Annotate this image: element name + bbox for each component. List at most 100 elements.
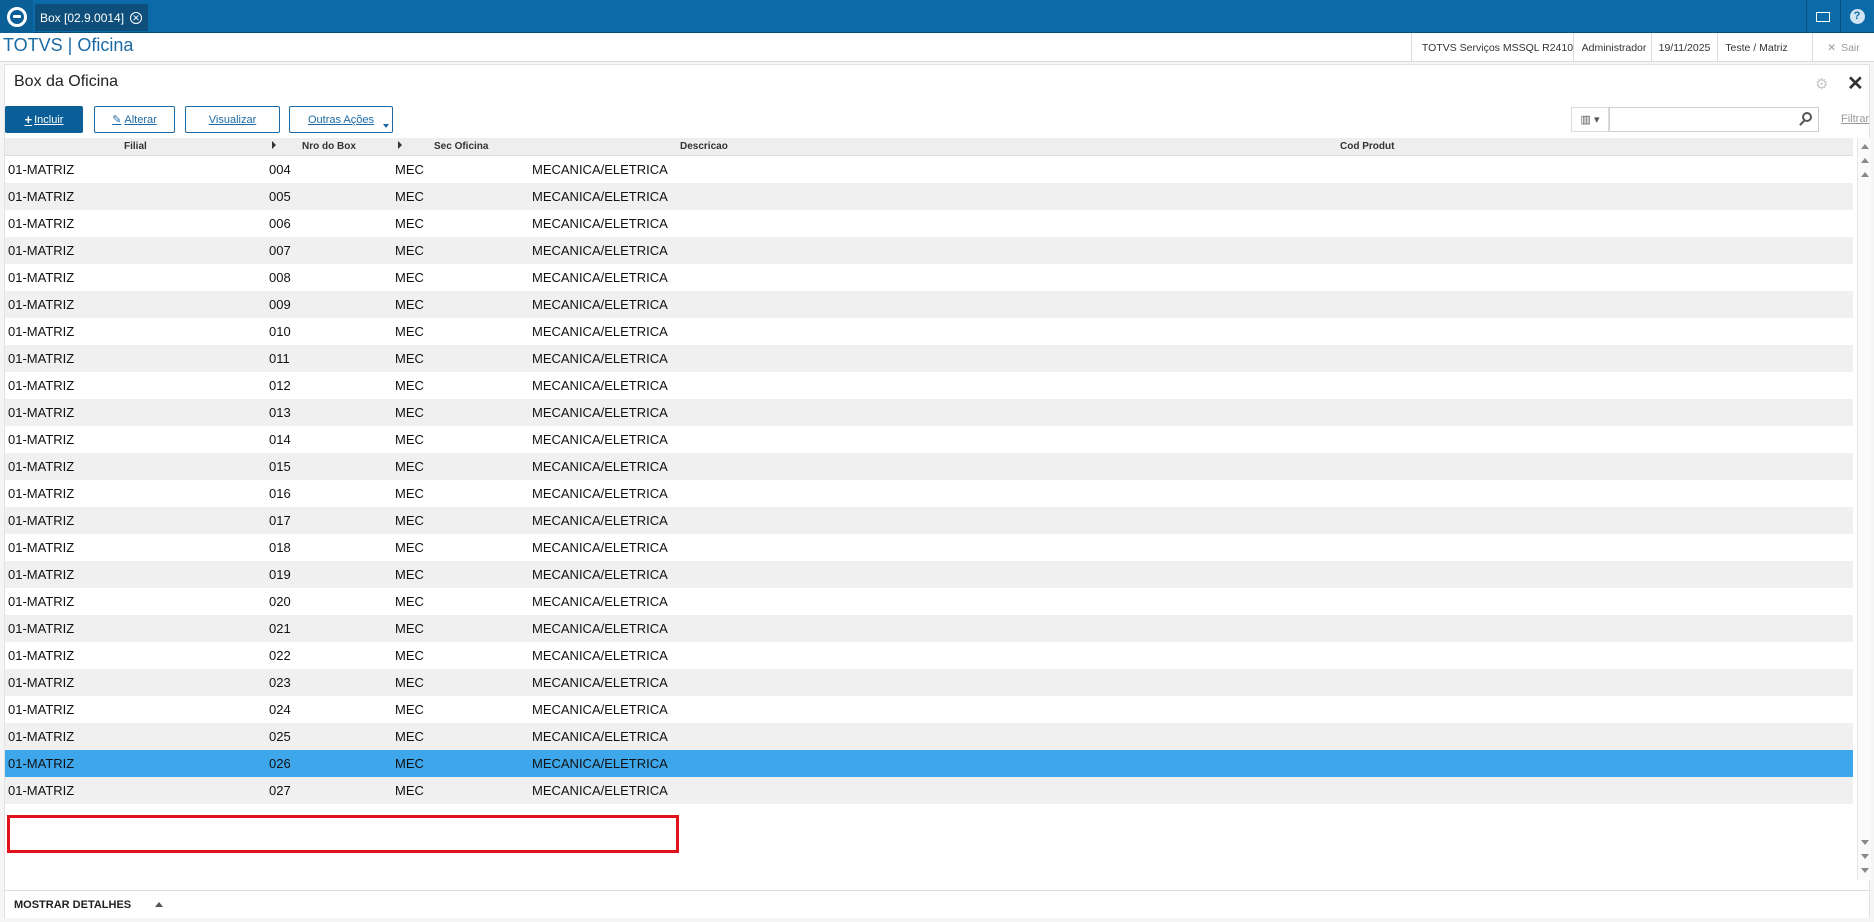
cell-descricao: MECANICA/ELETRICA [532, 540, 668, 555]
cell-sec-oficina: MEC [395, 405, 424, 420]
table-row[interactable]: 01-MATRIZ 024 MEC MECANICA/ELETRICA [5, 696, 1853, 723]
outras-acoes-button[interactable]: Outras Ações [289, 106, 393, 133]
cell-descricao: MECANICA/ELETRICA [532, 756, 668, 771]
sort-arrow-icon[interactable] [272, 141, 276, 149]
scroll-down-icon[interactable] [1861, 840, 1869, 845]
table-row[interactable]: 01-MATRIZ 026 MEC MECANICA/ELETRICA [5, 750, 1853, 777]
visualizar-button[interactable]: Visualizar [185, 106, 280, 133]
table-row[interactable]: 01-MATRIZ 023 MEC MECANICA/ELETRICA [5, 669, 1853, 696]
scroll-bottom-icon[interactable] [1861, 868, 1869, 873]
close-icon[interactable]: ✕ [1847, 71, 1864, 96]
logo-icon[interactable] [0, 0, 33, 33]
tab-label: Box [02.9.0014] [40, 10, 125, 25]
pencil-icon: ✎ [112, 114, 122, 126]
top-bar: Box [02.9.0014] ✕ ? [0, 0, 1874, 33]
column-selector[interactable]: ▥ ▾ [1571, 107, 1609, 132]
page-title: Box da Oficina [14, 73, 119, 90]
app-title: TOTVS | Oficina [3, 35, 134, 55]
table-row[interactable]: 01-MATRIZ 007 MEC MECANICA/ELETRICA [5, 237, 1853, 264]
cell-filial: 01-MATRIZ [8, 324, 75, 339]
cell-descricao: MECANICA/ELETRICA [532, 189, 668, 204]
tab-box[interactable]: Box [02.9.0014] ✕ [35, 4, 149, 31]
exit-button[interactable]: ✕ Sair [1812, 33, 1874, 62]
details-footer[interactable]: MOSTRAR DETALHES [5, 890, 1869, 918]
scroll-page-down-icon[interactable] [1861, 854, 1869, 859]
scroll-page-up-icon[interactable] [1861, 158, 1869, 163]
cell-descricao: MECANICA/ELETRICA [532, 405, 668, 420]
chevron-up-icon[interactable] [155, 902, 163, 907]
alterar-label: Alterar [124, 113, 157, 126]
table-row[interactable]: 01-MATRIZ 015 MEC MECANICA/ELETRICA [5, 453, 1853, 480]
table-row[interactable]: 01-MATRIZ 009 MEC MECANICA/ELETRICA [5, 291, 1853, 318]
cell-sec-oficina: MEC [395, 378, 424, 393]
scroll-up-icon[interactable] [1861, 172, 1869, 177]
table-row[interactable]: 01-MATRIZ 027 MEC MECANICA/ELETRICA [5, 777, 1853, 804]
plus-icon: + [24, 112, 33, 127]
date-label[interactable]: 19/11/2025 [1651, 33, 1717, 62]
table-row[interactable]: 01-MATRIZ 012 MEC MECANICA/ELETRICA [5, 372, 1853, 399]
table-row[interactable]: 01-MATRIZ 020 MEC MECANICA/ELETRICA [5, 588, 1853, 615]
help-icon[interactable]: ? [1840, 0, 1873, 33]
cell-filial: 01-MATRIZ [8, 162, 75, 177]
mostrar-detalhes-label[interactable]: MOSTRAR DETALHES [14, 899, 131, 911]
table-row[interactable]: 01-MATRIZ028MECMECANICA/ELETRICA [5, 804, 1853, 810]
cell-descricao: MECANICA/ELETRICA [532, 486, 668, 501]
cell-nro-box: 014 [269, 432, 291, 447]
table-row[interactable]: 01-MATRIZ 019 MEC MECANICA/ELETRICA [5, 561, 1853, 588]
alterar-button[interactable]: ✎ Alterar [94, 106, 175, 133]
filtrar-link[interactable]: Filtrar [1841, 113, 1869, 125]
table-row[interactable]: 01-MATRIZ 004 MEC MECANICA/ELETRICA [5, 156, 1853, 183]
cell-nro-box: 019 [269, 567, 291, 582]
cell-sec-oficina: MEC [395, 756, 424, 771]
gear-icon[interactable]: ⚙ [1815, 75, 1828, 93]
table-row[interactable]: 01-MATRIZ 018 MEC MECANICA/ELETRICA [5, 534, 1853, 561]
column-header-filial[interactable]: Filial [124, 141, 147, 152]
cell-nro-box: 017 [269, 513, 291, 528]
vertical-scrollbar[interactable] [1857, 138, 1871, 880]
table-row[interactable]: 01-MATRIZ 011 MEC MECANICA/ELETRICA [5, 345, 1853, 372]
company-label[interactable]: Teste / Matriz [1717, 33, 1795, 62]
table-row[interactable]: 01-MATRIZ 021 MEC MECANICA/ELETRICA [5, 615, 1853, 642]
scroll-top-icon[interactable] [1861, 144, 1869, 149]
cell-nro-box: 006 [269, 216, 291, 231]
mail-icon[interactable] [1806, 0, 1839, 33]
cell-nro-box: 026 [269, 756, 291, 771]
cell-sec-oficina: MEC [395, 243, 424, 258]
incluir-button[interactable]: + Incluir [5, 106, 83, 133]
table-row[interactable]: 01-MATRIZ 016 MEC MECANICA/ELETRICA [5, 480, 1853, 507]
table-row[interactable]: 01-MATRIZ 014 MEC MECANICA/ELETRICA [5, 426, 1853, 453]
table-row[interactable]: 01-MATRIZ 010 MEC MECANICA/ELETRICA [5, 318, 1853, 345]
table-row[interactable]: 01-MATRIZ 006 MEC MECANICA/ELETRICA [5, 210, 1853, 237]
search-input[interactable] [1609, 107, 1819, 132]
table-row[interactable]: 01-MATRIZ 025 MEC MECANICA/ELETRICA [5, 723, 1853, 750]
search-icon[interactable] [1802, 112, 1812, 122]
cell-sec-oficina: MEC [395, 351, 424, 366]
cell-descricao: MECANICA/ELETRICA [532, 783, 668, 798]
cell-nro-box: 023 [269, 675, 291, 690]
column-header-cod-produt[interactable]: Cod Produt [1340, 141, 1394, 152]
cell-nro-box: 011 [269, 351, 290, 366]
cell-sec-oficina: MEC [395, 459, 424, 474]
table-row[interactable]: 01-MATRIZ 017 MEC MECANICA/ELETRICA [5, 507, 1853, 534]
cell-nro-box: 016 [269, 486, 291, 501]
column-header-descricao[interactable]: Descricao [680, 141, 728, 152]
cell-nro-box: 022 [269, 648, 291, 663]
tab-close-icon[interactable]: ✕ [130, 11, 143, 24]
column-header-nro-box[interactable]: Nro do Box [302, 141, 356, 152]
cell-nro-box: 012 [269, 378, 291, 393]
cell-descricao: MECANICA/ELETRICA [532, 270, 668, 285]
cell-descricao: MECANICA/ELETRICA [532, 702, 668, 717]
column-header-sec-oficina[interactable]: Sec Oficina [434, 141, 488, 152]
cell-sec-oficina: MEC [395, 594, 424, 609]
table-row[interactable]: 01-MATRIZ 022 MEC MECANICA/ELETRICA [5, 642, 1853, 669]
cell-sec-oficina: MEC [395, 513, 424, 528]
table-row[interactable]: 01-MATRIZ 013 MEC MECANICA/ELETRICA [5, 399, 1853, 426]
user-label[interactable]: Administrador [1573, 33, 1654, 62]
cell-sec-oficina: MEC [395, 729, 424, 744]
cell-sec-oficina: MEC [395, 540, 424, 555]
table-row[interactable]: 01-MATRIZ 008 MEC MECANICA/ELETRICA [5, 264, 1853, 291]
cell-descricao: MECANICA/ELETRICA [532, 324, 668, 339]
sort-arrow-icon[interactable] [398, 141, 402, 149]
cell-sec-oficina: MEC [395, 162, 424, 177]
table-row[interactable]: 01-MATRIZ 005 MEC MECANICA/ELETRICA [5, 183, 1853, 210]
